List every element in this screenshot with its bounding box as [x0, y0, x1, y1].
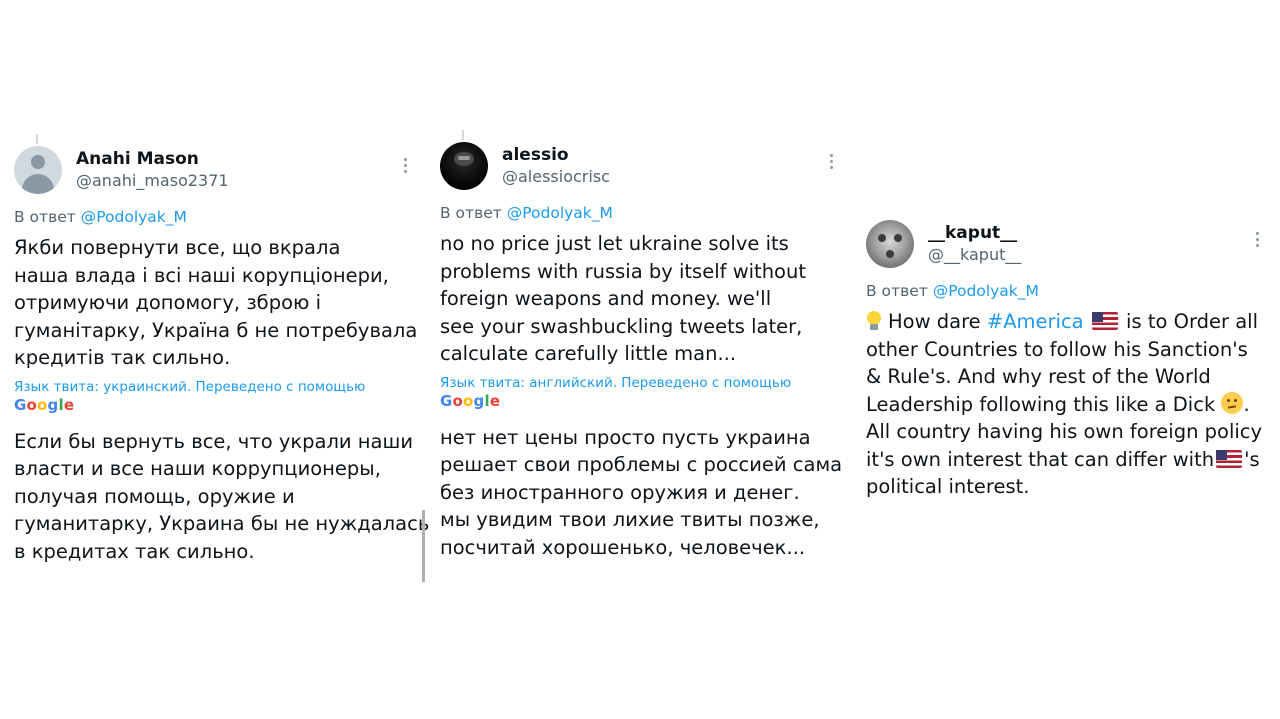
us-flag-icon: [1091, 312, 1118, 330]
reply-prefix: В ответ: [440, 204, 502, 222]
tweet-header: __kaput__ @__kaput__: [866, 210, 1266, 272]
tweet-text-line: All country having his own foreign polic…: [866, 420, 1263, 443]
tweet-text-line: How dare #America is to Order all: [866, 308, 1266, 336]
tweet-card[interactable]: alessio @alessiocrisc В ответ @Podolyak_…: [440, 130, 843, 562]
tweet-header: alessio @alessiocrisc: [440, 132, 840, 194]
translated-text-line: в кредитах так сильно.: [14, 539, 255, 563]
tweet-text-line: it's own interest that can differ with's: [866, 447, 1260, 471]
tweet-text-line: кредитів так сильно.: [14, 346, 231, 369]
avatar[interactable]: [866, 220, 914, 268]
tweet-text-line: calculate carefully little man...: [440, 342, 737, 365]
display-name[interactable]: __kaput__: [928, 223, 1017, 243]
reply-context: В ответ @Podolyak_M: [440, 204, 840, 222]
tweet-text-line: problems with russia by itself without: [440, 259, 806, 283]
more-vertical-icon[interactable]: [404, 158, 408, 176]
tweet-text-line: Якби повернути все, що вкрала: [14, 236, 341, 259]
translation-note-text[interactable]: Язык твита: английский. Переведено с пом…: [440, 374, 840, 392]
reply-mention-link[interactable]: @Podolyak_M: [507, 204, 613, 222]
translation-note[interactable]: Язык твита: украинский. Переведено с пом…: [14, 378, 414, 414]
tweet-text-line: no no price just let ukraine solve its: [440, 232, 789, 255]
reply-context: В ответ @Podolyak_M: [14, 208, 414, 226]
tweet-header: Anahi Mason @anahi_maso2371: [14, 136, 414, 198]
tweet-text-line: foreign weapons and money. we'll: [440, 287, 772, 310]
scrollbar: [422, 510, 425, 582]
tweet-text-line: other Countries to follow his Sanction's: [866, 337, 1248, 361]
more-vertical-icon[interactable]: [1256, 232, 1260, 250]
tweet-text-line: see your swashbuckling tweets later,: [440, 314, 803, 338]
username-handle[interactable]: @alessiocrisc: [502, 167, 610, 186]
translated-text-line: без иностранного оружия и денег.: [440, 480, 800, 504]
translated-text-line: получая помощь, оружие и: [14, 484, 295, 508]
tweet-text-line: Leadership following this like a Dick .: [866, 391, 1250, 416]
hashtag-link[interactable]: #America: [987, 310, 1084, 333]
tweet-text-line: наша влада і всі наші корупціонери,: [14, 263, 389, 287]
translated-text-line: мы увидим твои лихие твиты позже,: [440, 508, 820, 531]
display-name[interactable]: alessio: [502, 145, 569, 165]
reply-prefix: В ответ: [866, 282, 928, 300]
avatar[interactable]: [440, 142, 488, 190]
tweet-card[interactable]: Anahi Mason @anahi_maso2371 В ответ @Pod…: [14, 134, 430, 566]
tweet-text-line: гуманітарку, Україна б не потребувала: [14, 318, 418, 342]
tweet-text-line: political interest.: [866, 475, 1030, 498]
reply-mention-link[interactable]: @Podolyak_M: [81, 208, 187, 226]
translated-text-line: власти и все наши коррупционеры,: [14, 457, 381, 480]
tweet-text-line: & Rule's. And why rest of the World: [866, 365, 1211, 388]
us-flag-icon: [1216, 449, 1243, 468]
translation-note[interactable]: Язык твита: английский. Переведено с пом…: [440, 374, 840, 410]
tweet-card[interactable]: __kaput__ @__kaput__ В ответ @Podolyak_M…: [866, 210, 1266, 501]
more-vertical-icon[interactable]: [830, 154, 834, 172]
google-logo: Google: [440, 391, 501, 410]
translated-text-line: посчитай хорошенько, человечек...: [440, 535, 806, 559]
reply-prefix: В ответ: [14, 208, 76, 226]
translation-note-text[interactable]: Язык твита: украинский. Переведено с пом…: [14, 378, 414, 396]
tweet-text: How dare #America is to Order all other …: [866, 308, 1266, 501]
display-name[interactable]: Anahi Mason: [76, 149, 199, 169]
translated-text: нет нет цены просто пусть украина решает…: [440, 424, 843, 562]
tweet-text: no no price just let ukraine solve its p…: [440, 230, 840, 368]
translated-text-line: решает свои проблемы с россией сама: [440, 453, 843, 476]
translated-text-line: гуманитарку, Украина бы не нуждалась: [14, 512, 430, 535]
reply-mention-link[interactable]: @Podolyak_M: [933, 282, 1039, 300]
tweet-text: Якби повернути все, що вкрала наша влада…: [14, 234, 418, 372]
tweet-text-line: отримуючи допомогу, зброю і: [14, 291, 322, 314]
username-handle[interactable]: @anahi_maso2371: [76, 171, 229, 190]
username-handle[interactable]: @__kaput__: [928, 245, 1021, 264]
light-bulb-icon: [866, 311, 882, 331]
avatar[interactable]: [14, 146, 62, 194]
translated-text: Если бы вернуть все, что украли наши вла…: [14, 428, 430, 566]
google-logo: Google: [14, 395, 75, 414]
translated-text-line: Если бы вернуть все, что украли наши: [14, 429, 414, 453]
thinking-face-icon: [1221, 391, 1244, 414]
translated-text-line: нет нет цены просто пусть украина: [440, 425, 811, 449]
reply-context: В ответ @Podolyak_M: [866, 282, 1266, 300]
